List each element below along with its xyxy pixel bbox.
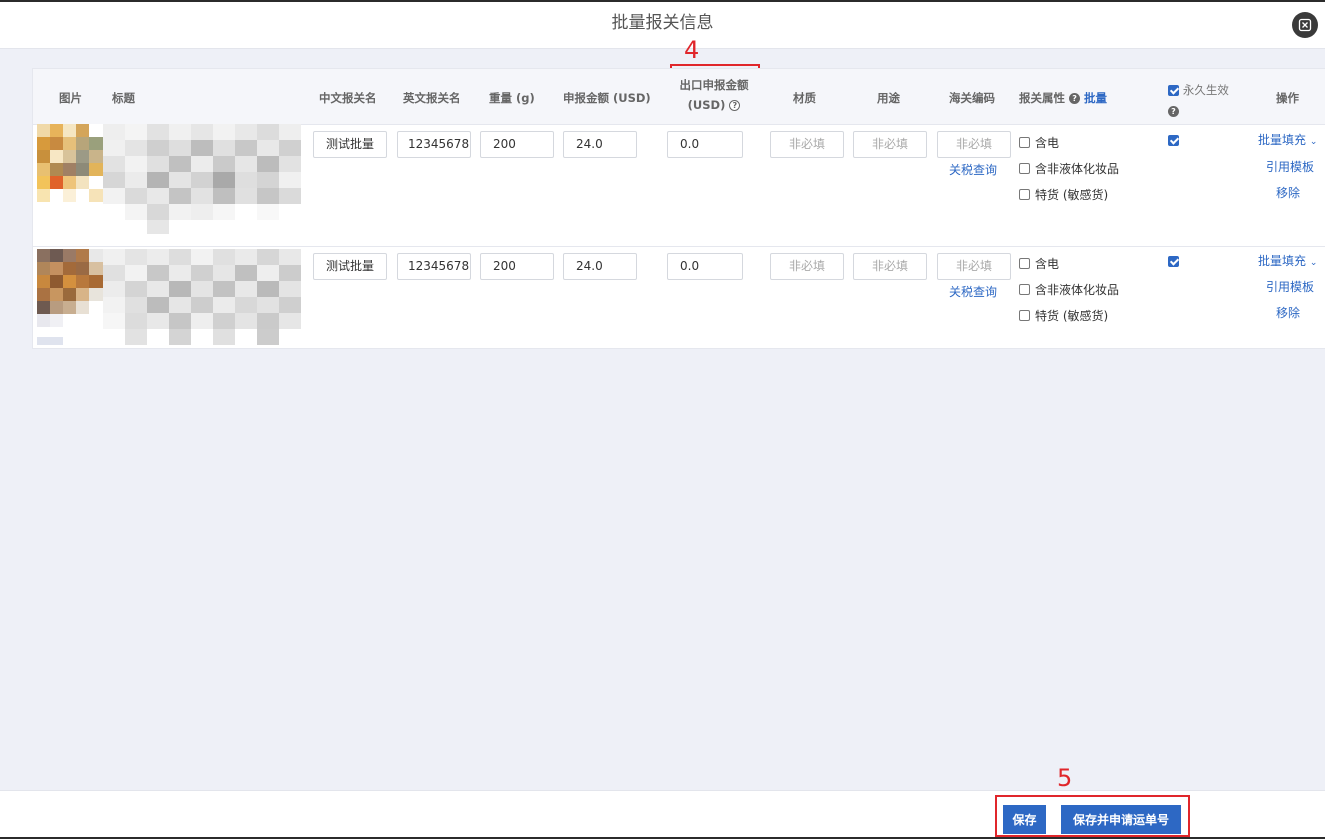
declare-amount-input[interactable]: 24.0 bbox=[563, 253, 637, 280]
usage-input[interactable]: 非必填 bbox=[853, 253, 927, 280]
declaration-table: 图片 标题 中文报关名 英文报关名 重量 (g) 申报金额 (USD) 出口申报… bbox=[32, 68, 1325, 349]
question-icon[interactable]: ? bbox=[729, 100, 741, 111]
permanent-all-checkbox[interactable] bbox=[1168, 85, 1179, 96]
chevron-down-icon: ⌄ bbox=[1309, 137, 1318, 147]
attributes-batch-link[interactable]: 批量 bbox=[1084, 91, 1107, 105]
attr-special-checkbox[interactable] bbox=[1019, 310, 1030, 321]
header-attributes-label: 报关属性 bbox=[1019, 91, 1065, 105]
question-icon[interactable]: ? bbox=[1168, 106, 1179, 117]
header-en-name: 英文报关名 bbox=[403, 91, 461, 105]
header-usage: 用途 bbox=[877, 91, 900, 105]
header-declare-amount: 申报金额 (USD) bbox=[563, 91, 651, 105]
header-export-amount: 出口申报金额 (USD) ? bbox=[669, 75, 759, 115]
attr-liquid-checkbox[interactable] bbox=[1019, 163, 1030, 174]
attr-special-label: 特货 (敏感货) bbox=[1035, 309, 1109, 323]
close-icon[interactable] bbox=[1292, 12, 1318, 38]
en-name-input[interactable]: 12345678 bbox=[397, 253, 471, 280]
attr-liquid[interactable]: 含非液体化妆品 bbox=[1019, 160, 1119, 177]
table-row: 测试批量 12345678 200 24.0 0.0 非必填 非必填 非必填 关… bbox=[33, 247, 1325, 349]
header-material: 材质 bbox=[793, 91, 816, 105]
reference-template-link[interactable]: 引用模板 bbox=[1266, 158, 1314, 175]
attr-liquid-checkbox[interactable] bbox=[1019, 284, 1030, 295]
remove-link[interactable]: 移除 bbox=[1276, 304, 1300, 321]
export-amount-input[interactable]: 0.0 bbox=[667, 253, 743, 280]
header-title: 标题 bbox=[112, 91, 135, 105]
batch-fill-label: 批量填充 bbox=[1258, 133, 1307, 147]
annotation-number-5: 5 bbox=[1057, 764, 1073, 792]
annotation-number-4: 4 bbox=[684, 36, 700, 64]
dialog-header: 批量报关信息 bbox=[0, 2, 1325, 49]
attr-liquid-label: 含非液体化妆品 bbox=[1035, 283, 1120, 297]
attr-electric-checkbox[interactable] bbox=[1019, 258, 1030, 269]
header-weight: 重量 (g) bbox=[489, 91, 535, 105]
reference-template-link[interactable]: 引用模板 bbox=[1266, 278, 1314, 295]
attr-special-checkbox[interactable] bbox=[1019, 189, 1030, 200]
header-export-amount-line2: (USD) bbox=[687, 98, 726, 112]
question-icon[interactable]: ? bbox=[1069, 93, 1081, 104]
cn-name-input[interactable]: 测试批量 bbox=[313, 131, 387, 158]
header-attributes: 报关属性 ? 批量 bbox=[1019, 90, 1107, 106]
attr-electric[interactable]: 含电 bbox=[1019, 134, 1059, 151]
product-title-blurred bbox=[103, 124, 301, 234]
attr-special[interactable]: 特货 (敏感货) bbox=[1019, 186, 1108, 203]
product-thumbnail[interactable] bbox=[37, 124, 103, 206]
batch-fill-label: 批量填充 bbox=[1258, 254, 1307, 268]
cn-name-input[interactable]: 测试批量 bbox=[313, 253, 387, 280]
attr-electric-label: 含电 bbox=[1035, 257, 1060, 271]
attr-special[interactable]: 特货 (敏感货) bbox=[1019, 307, 1108, 324]
header-permanent: 永久生效 ? bbox=[1168, 82, 1229, 118]
attr-electric-checkbox[interactable] bbox=[1019, 137, 1030, 148]
attr-liquid-label: 含非液体化妆品 bbox=[1035, 162, 1120, 176]
header-image: 图片 bbox=[59, 91, 82, 105]
attr-electric-label: 含电 bbox=[1035, 136, 1060, 150]
batch-fill-dropdown[interactable]: 批量填充 ⌄ bbox=[1258, 252, 1317, 269]
weight-input[interactable]: 200 bbox=[480, 253, 554, 280]
header-permanent-label: 永久生效 bbox=[1182, 83, 1229, 97]
header-operation: 操作 bbox=[1276, 91, 1299, 105]
material-input[interactable]: 非必填 bbox=[770, 253, 844, 280]
attr-special-label: 特货 (敏感货) bbox=[1035, 188, 1109, 202]
en-name-input[interactable]: 12345678 bbox=[397, 131, 471, 158]
export-amount-input[interactable]: 0.0 bbox=[667, 131, 743, 158]
usage-input[interactable]: 非必填 bbox=[853, 131, 927, 158]
attr-electric[interactable]: 含电 bbox=[1019, 255, 1059, 272]
permanent-checkbox[interactable] bbox=[1168, 135, 1179, 146]
declare-amount-input[interactable]: 24.0 bbox=[563, 131, 637, 158]
table-header: 图片 标题 中文报关名 英文报关名 重量 (g) 申报金额 (USD) 出口申报… bbox=[33, 69, 1325, 125]
chevron-down-icon: ⌄ bbox=[1309, 258, 1318, 268]
hs-code-input[interactable]: 非必填 bbox=[937, 131, 1011, 158]
product-thumbnail[interactable] bbox=[37, 249, 103, 345]
save-and-apply-waybill-button[interactable]: 保存并申请运单号 bbox=[1061, 805, 1181, 834]
header-hs-code: 海关编码 bbox=[949, 91, 995, 105]
batch-fill-dropdown[interactable]: 批量填充 ⌄ bbox=[1258, 131, 1317, 148]
dialog-title: 批量报关信息 bbox=[611, 13, 714, 33]
remove-link[interactable]: 移除 bbox=[1276, 184, 1300, 201]
header-cn-name: 中文报关名 bbox=[319, 91, 377, 105]
material-input[interactable]: 非必填 bbox=[770, 131, 844, 158]
product-title-blurred bbox=[103, 249, 301, 345]
tariff-query-link[interactable]: 关税查询 bbox=[949, 283, 997, 300]
permanent-checkbox[interactable] bbox=[1168, 256, 1179, 267]
hs-code-input[interactable]: 非必填 bbox=[937, 253, 1011, 280]
save-button[interactable]: 保存 bbox=[1003, 805, 1046, 834]
attr-liquid[interactable]: 含非液体化妆品 bbox=[1019, 281, 1119, 298]
tariff-query-link[interactable]: 关税查询 bbox=[949, 161, 997, 178]
header-export-amount-line1: 出口申报金额 bbox=[679, 78, 749, 92]
table-row: 测试批量 12345678 200 24.0 0.0 非必填 非必填 非必填 关… bbox=[33, 124, 1325, 247]
weight-input[interactable]: 200 bbox=[480, 131, 554, 158]
